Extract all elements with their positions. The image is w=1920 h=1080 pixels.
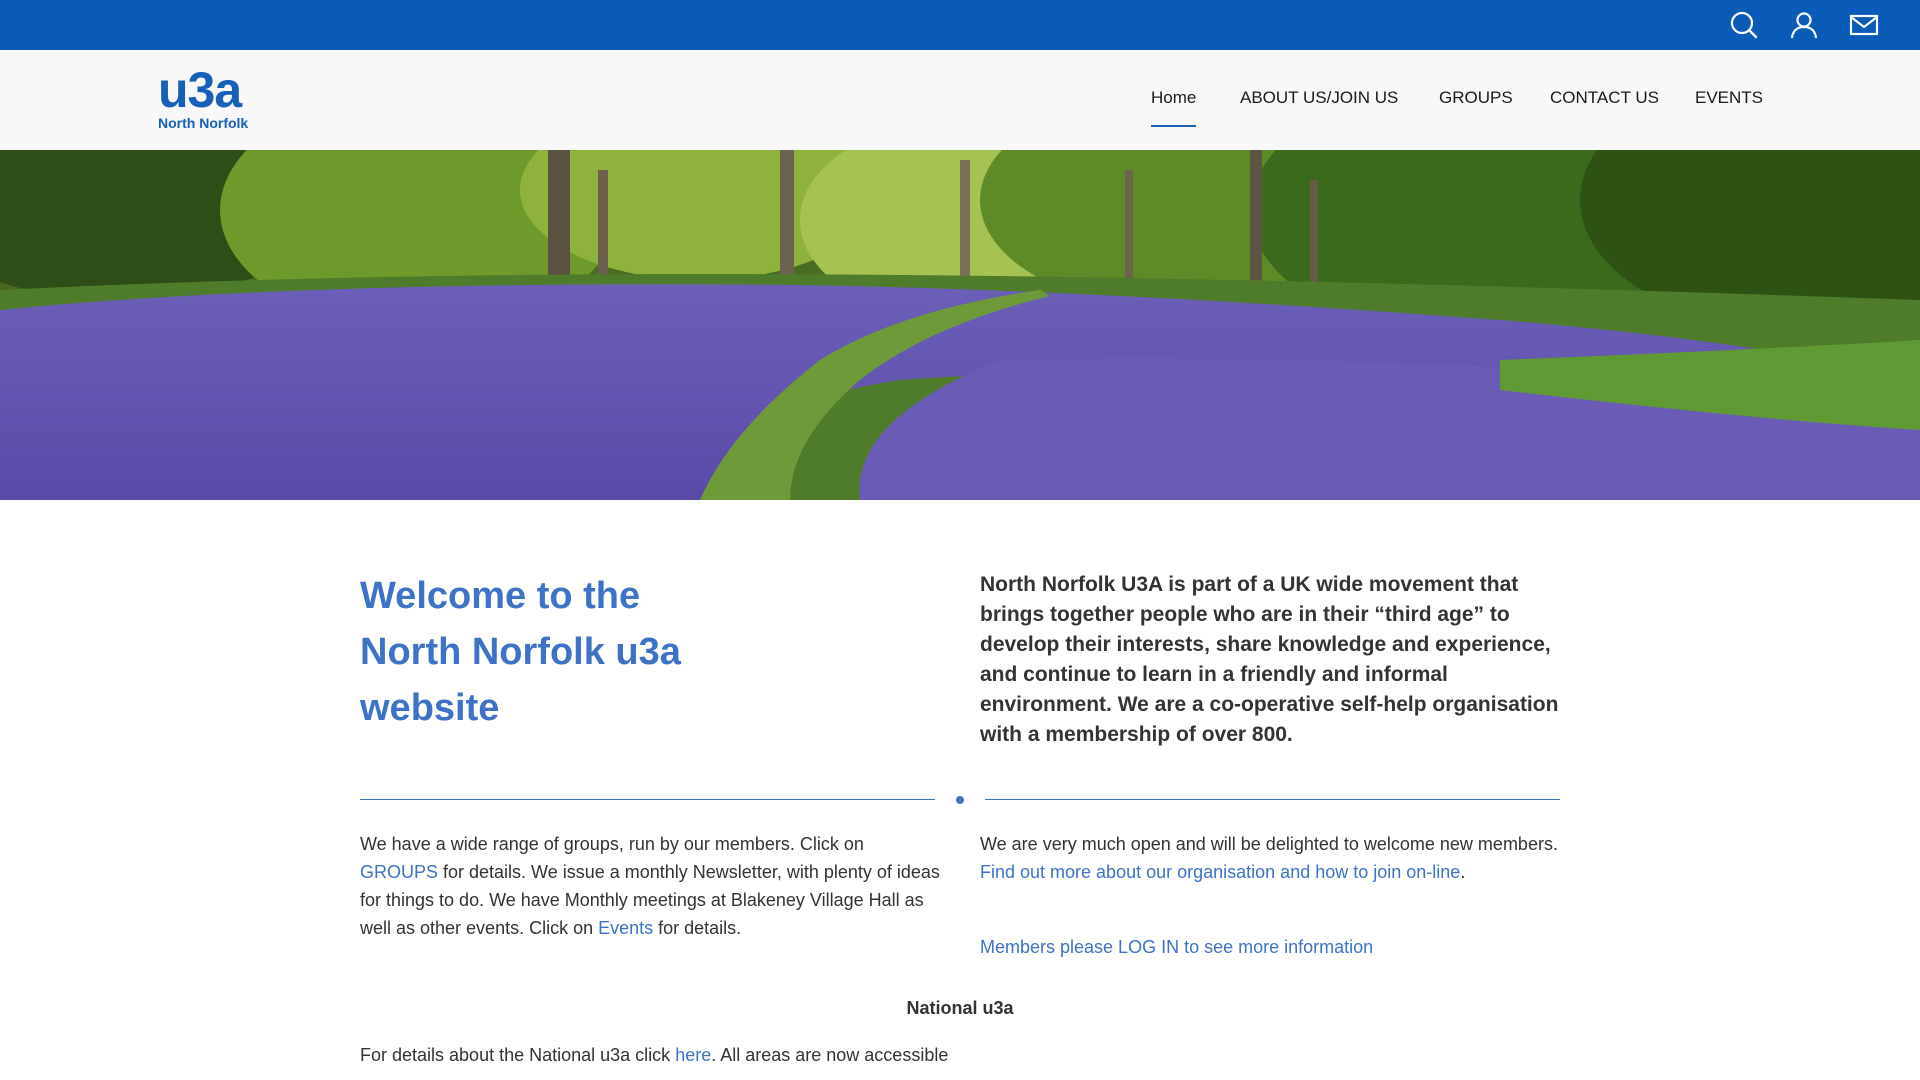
welcome-heading: Welcome to the North Norfolk u3a website bbox=[360, 568, 920, 736]
top-utility-bar bbox=[0, 0, 1920, 50]
hero-bluebell-woodland-image bbox=[0, 150, 1920, 500]
nav-contact-us[interactable]: CONTACT US bbox=[1550, 88, 1659, 108]
nav-groups[interactable]: GROUPS bbox=[1439, 88, 1513, 108]
divider-line-right bbox=[985, 799, 1560, 800]
search-icon[interactable] bbox=[1729, 10, 1759, 40]
groups-text-1: We have a wide range of groups, run by o… bbox=[360, 834, 864, 854]
national-here-link[interactable]: here bbox=[675, 1045, 711, 1065]
national-text-2: . All areas are now accessible bbox=[711, 1045, 949, 1065]
nav-about-us-join-us[interactable]: ABOUT US/JOIN US bbox=[1240, 88, 1398, 108]
logo-mark: u3a bbox=[158, 62, 242, 118]
national-u3a-heading: National u3a bbox=[906, 998, 1014, 1018]
national-text-1: For details about the National u3a click bbox=[360, 1045, 676, 1065]
mail-icon[interactable] bbox=[1849, 10, 1879, 40]
divider-dot bbox=[956, 796, 964, 804]
join-text-2: . bbox=[1460, 862, 1466, 882]
nav-events[interactable]: EVENTS bbox=[1695, 88, 1763, 108]
welcome-line-2: North Norfolk u3a bbox=[360, 631, 681, 673]
national-paragraph: For details about the National u3a click… bbox=[360, 1041, 1560, 1069]
welcome-line-3: website bbox=[360, 687, 500, 729]
join-text-1: We are very much open and will be deligh… bbox=[980, 834, 1558, 854]
user-icon[interactable] bbox=[1789, 10, 1819, 40]
logo-subtitle: North Norfolk bbox=[158, 115, 249, 131]
join-online-link[interactable]: Find out more about our organisation and… bbox=[980, 862, 1460, 882]
intro-text: North Norfolk U3A is part of a UK wide m… bbox=[980, 573, 1559, 746]
nav-home[interactable]: Home bbox=[1151, 88, 1197, 127]
site-header: u3a North Norfolk Home ABOUT US/JOIN US … bbox=[0, 50, 1920, 150]
events-link[interactable]: Events bbox=[598, 918, 653, 938]
groups-text-3: for details. bbox=[653, 918, 742, 938]
groups-link[interactable]: GROUPS bbox=[360, 862, 438, 882]
members-login-link[interactable]: Members please LOG IN to see more inform… bbox=[980, 933, 1373, 961]
welcome-line-1: Welcome to the bbox=[360, 575, 641, 617]
groups-paragraph: We have a wide range of groups, run by o… bbox=[360, 830, 945, 942]
divider-line-left bbox=[360, 799, 935, 800]
u3a-logo[interactable]: u3a North Norfolk bbox=[158, 62, 268, 133]
main-content: Welcome to the North Norfolk u3a website… bbox=[0, 500, 1920, 1080]
join-paragraph: We are very much open and will be deligh… bbox=[980, 830, 1570, 886]
